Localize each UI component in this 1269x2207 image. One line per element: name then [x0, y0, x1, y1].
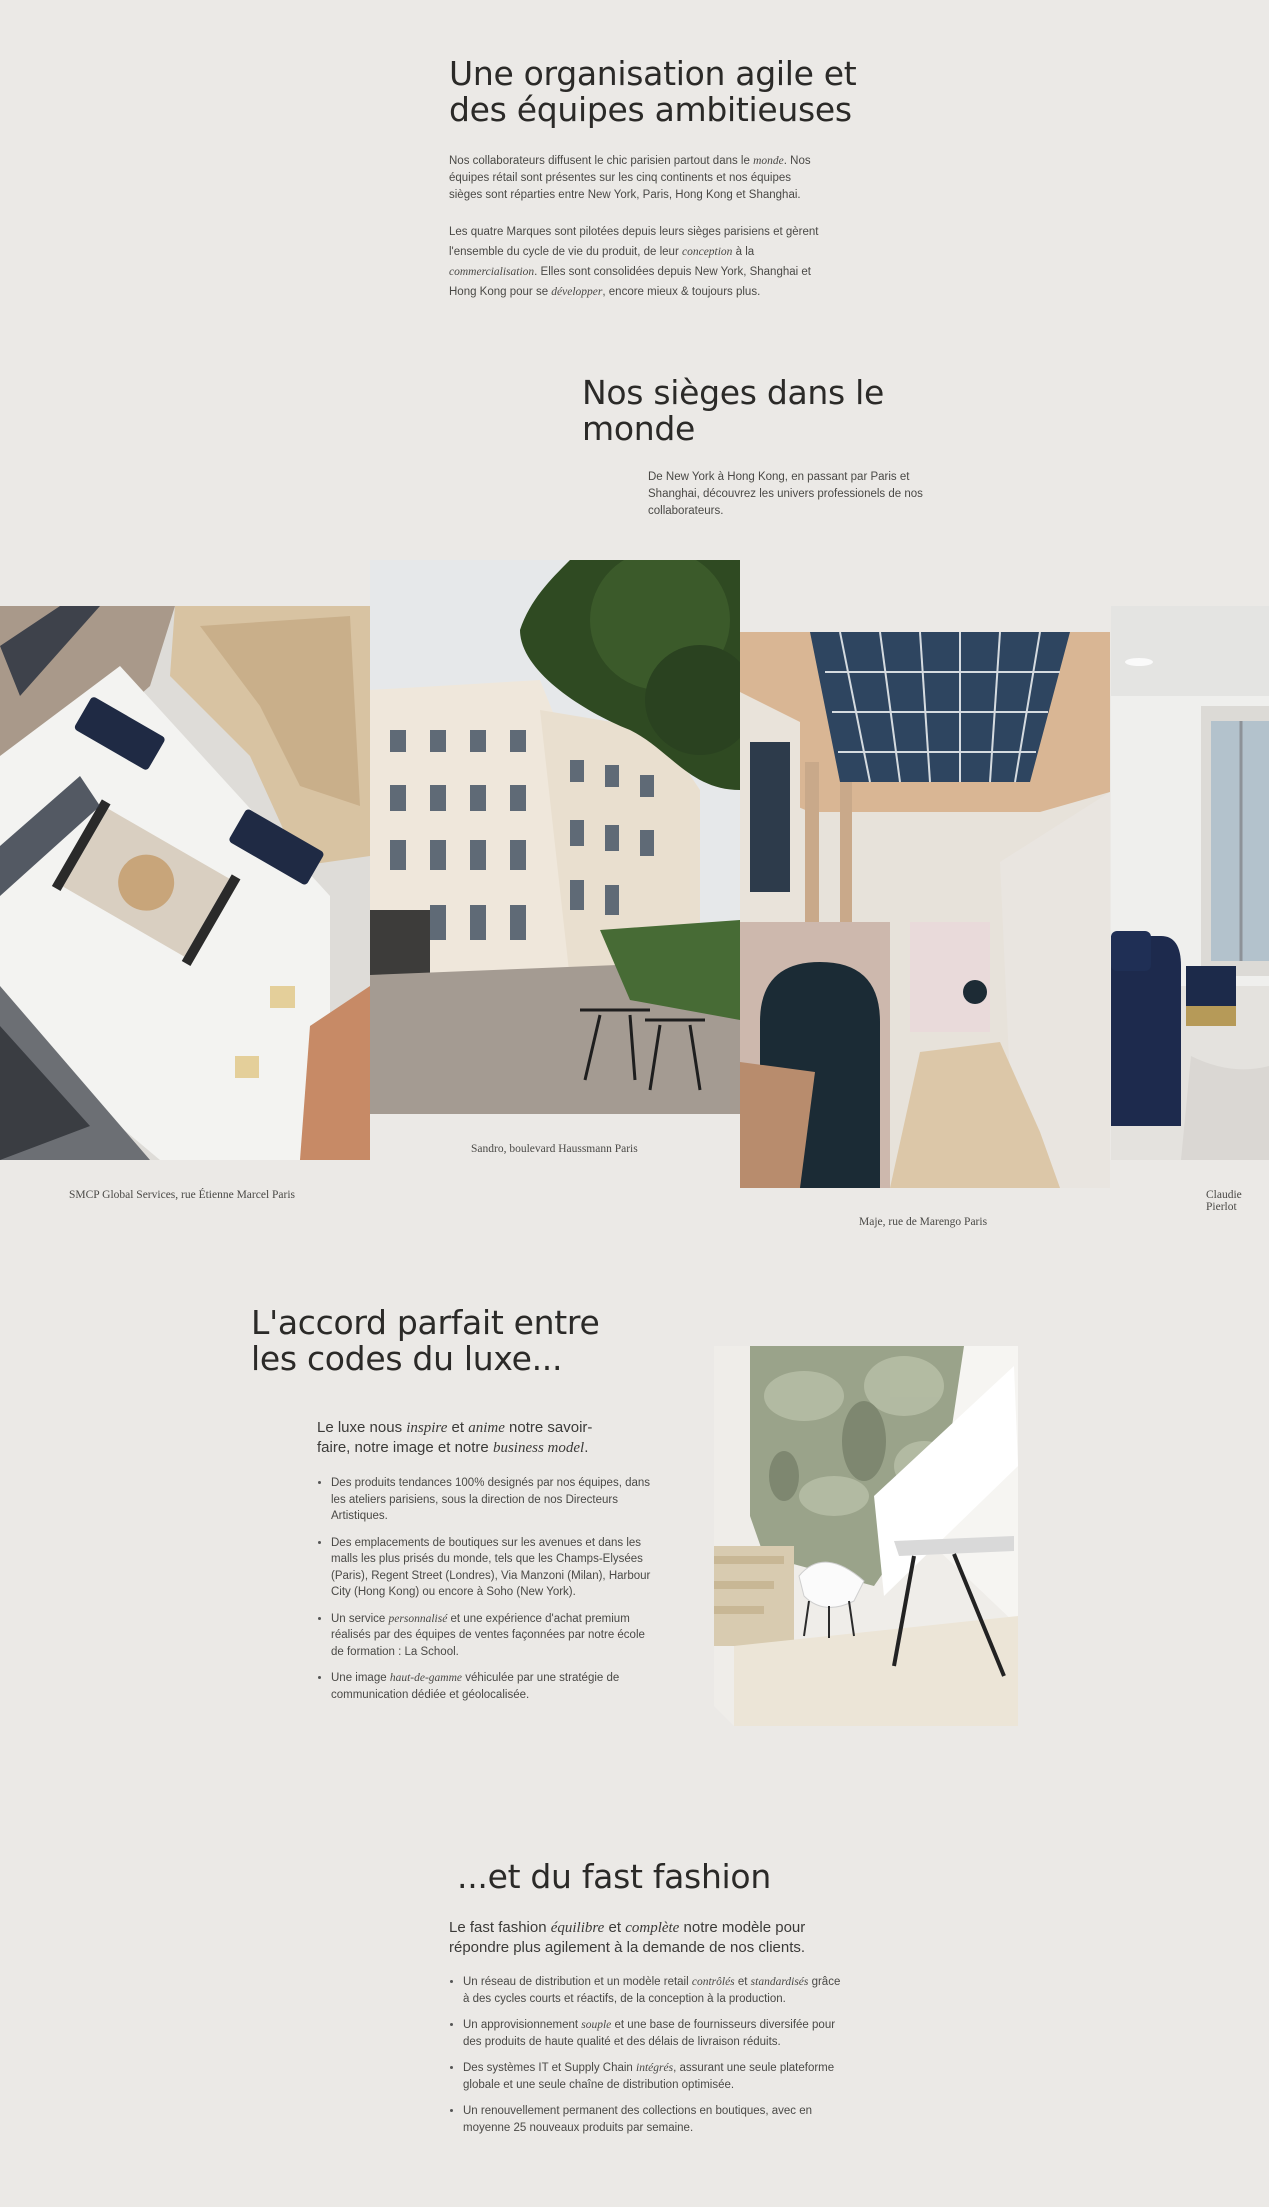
caption-maje: Maje, rue de Marengo Paris	[859, 1216, 988, 1228]
luxe-staircase-photo-image	[714, 1346, 1018, 1726]
fast-fashion-bullet-list: Un réseau de distribution et un modèle r…	[441, 1974, 843, 2146]
list-item: Une image haut-de-gamme véhiculée par un…	[331, 1670, 651, 1703]
organisation-paragraph-1: Nos collaborateurs diffusent le chic par…	[449, 155, 811, 201]
organisation-paragraph-2: Les quatre Marques sont pilotées depuis …	[449, 226, 819, 298]
office-photo-smcp-image	[0, 606, 370, 1160]
fast-fashion-title: ...et du fast fashion	[457, 1857, 771, 1896]
sieges-intro: De New York à Hong Kong, en passant par …	[648, 471, 923, 517]
office-photo-sandro[interactable]	[370, 560, 740, 1114]
luxe-title: L'accord parfait entre les codes du luxe…	[251, 1303, 600, 1378]
organisation-title: Une organisation agile et des équipes am…	[449, 54, 857, 129]
list-item: Des emplacements de boutiques sur les av…	[331, 1535, 651, 1601]
office-photo-claudie-pierlot[interactable]	[1111, 606, 1269, 1160]
list-item: Un réseau de distribution et un modèle r…	[463, 1974, 843, 2007]
luxe-lead: Le luxe nous inspire et anime notre savo…	[317, 1419, 593, 1456]
office-photo-maje[interactable]	[740, 632, 1110, 1188]
office-photo-claudie-pierlot-image	[1111, 606, 1269, 1160]
list-item: Des systèmes IT et Supply Chain intégrés…	[463, 2060, 843, 2093]
office-photo-maje-image	[740, 632, 1110, 1188]
office-photo-smcp[interactable]	[0, 606, 370, 1160]
sieges-title: Nos sièges dans le monde	[582, 373, 884, 448]
list-item: Un renouvellement permanent des collecti…	[463, 2103, 843, 2136]
luxe-bullet-list: Des produits tendances 100% designés par…	[309, 1475, 651, 1713]
list-item: Un service personnalisé et une expérienc…	[331, 1611, 651, 1661]
caption-smcp: SMCP Global Services, rue Étienne Marcel…	[69, 1189, 296, 1201]
caption-sandro: Sandro, boulevard Haussmann Paris	[471, 1143, 638, 1155]
caption-claudie-pierlot: Claudie Pierlot	[1206, 1189, 1242, 1213]
list-item: Un approvisionnement souple et une base …	[463, 2017, 843, 2050]
luxe-staircase-photo	[714, 1346, 1018, 1726]
fast-fashion-lead: Le fast fashion équilibre et complète no…	[449, 1919, 806, 1956]
list-item: Des produits tendances 100% designés par…	[331, 1475, 651, 1525]
office-photo-sandro-image	[370, 560, 740, 1114]
